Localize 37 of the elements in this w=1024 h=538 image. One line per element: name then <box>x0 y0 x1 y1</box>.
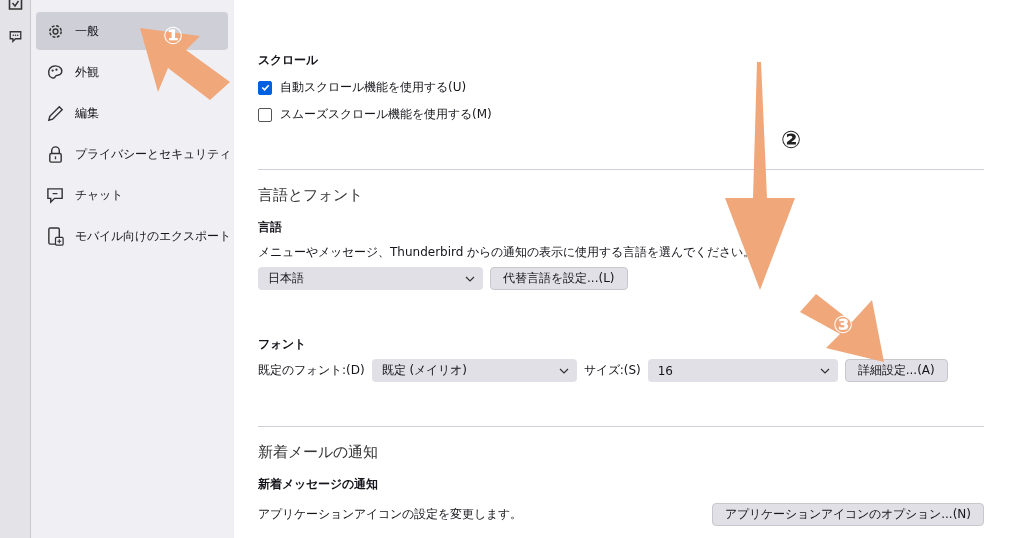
chevron-icon <box>465 275 475 282</box>
chevron-icon <box>558 367 569 374</box>
checkbox-icon[interactable] <box>7 0 23 10</box>
checkbox-label: スムーズスクロール機能を使用する(M) <box>280 106 492 123</box>
lock-icon <box>46 144 65 164</box>
step-number: ③ <box>833 313 854 337</box>
checkbox-label: 自動スクロール機能を使用する(U) <box>280 79 467 96</box>
section-title: スクロール <box>258 52 319 69</box>
font-select[interactable]: 既定 (メイリオ) <box>371 359 577 382</box>
description-text: メニューやメッセージ、Thunderbird からの通知の表示に使用する言語を選んでください。 <box>258 244 757 261</box>
sidebar-item[interactable]: チャット <box>36 176 228 214</box>
advanced-button[interactable]: 詳細設定...(A) <box>844 359 948 382</box>
pencil-icon <box>46 103 65 123</box>
palette-icon <box>46 62 65 82</box>
sidebar-item[interactable]: プライバシーとセキュリティ <box>36 135 228 173</box>
sidebar-item[interactable]: 編集 <box>36 94 228 132</box>
chevron-icon <box>819 367 830 374</box>
chat-icon[interactable] <box>7 30 23 44</box>
phone-export-icon <box>46 226 65 246</box>
section-heading: 言語とフォント <box>258 186 364 205</box>
sidebar-item[interactable]: 外観 <box>36 53 228 91</box>
chat-icon <box>46 185 65 205</box>
alternate-language-button[interactable]: 代替言語を設定...(L) <box>490 267 628 290</box>
section-title: 新着メッセージの通知 <box>258 476 379 493</box>
section-heading: 新着メールの通知 <box>258 443 379 462</box>
step-number: ② <box>781 128 802 152</box>
size-select[interactable]: 16 <box>647 359 838 382</box>
field-label: サイズ:(S) <box>583 362 641 379</box>
description-text: アプリケーションアイコンの設定を変更します。 <box>258 506 522 523</box>
language-select[interactable]: 日本語 <box>258 267 483 290</box>
checkbox[interactable] <box>258 80 272 95</box>
app-icon-options-button[interactable]: アプリケーションアイコンのオプション...(N) <box>712 503 984 526</box>
section-title: 言語 <box>258 219 283 236</box>
field-label: 既定のフォント:(D) <box>258 362 365 379</box>
checkbox[interactable] <box>258 107 272 122</box>
section-title: フォント <box>258 336 307 353</box>
sidebar-item[interactable]: モバイル向けのエクスポート <box>36 217 228 255</box>
